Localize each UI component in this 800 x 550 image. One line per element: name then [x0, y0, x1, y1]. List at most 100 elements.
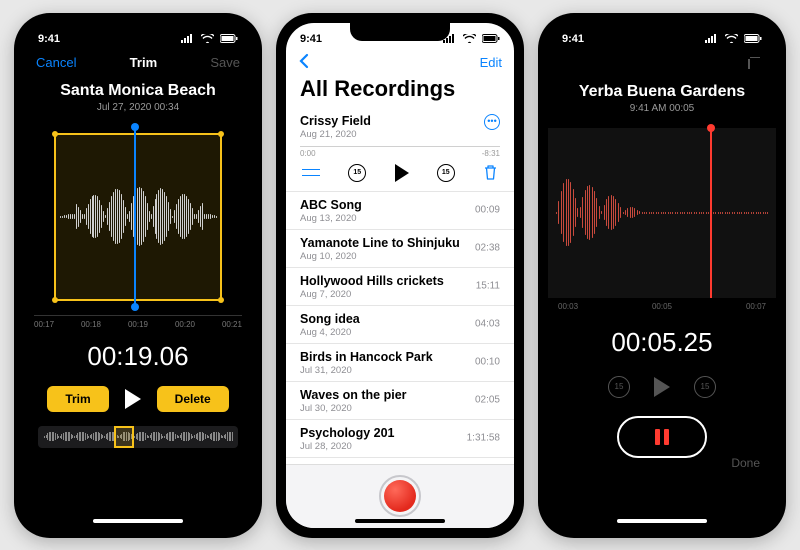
recording-name: Song idea: [300, 312, 500, 326]
trim-handle-tl[interactable]: [52, 131, 58, 137]
phone-trim-screen: 9:41 Cancel Trim Save Santa Monica Beach…: [14, 13, 262, 538]
delete-button[interactable]: Delete: [157, 386, 229, 412]
done-button[interactable]: Done: [731, 456, 760, 470]
scrub-remaining: -8:31: [482, 149, 500, 158]
timecode: 00:19.06: [24, 341, 252, 372]
recording-title: Santa Monica Beach: [24, 82, 252, 100]
record-head: [710, 128, 712, 298]
status-time: 9:41: [562, 33, 584, 45]
recording-date: Aug 21, 2020: [300, 129, 500, 140]
recording-name: Yamanote Line to Shinjuku: [300, 236, 500, 250]
phone-list-screen: 9:41 Edit All Recordings Crissy Field Au…: [276, 13, 524, 538]
back-button[interactable]: [298, 53, 310, 72]
play-button[interactable]: [395, 164, 409, 182]
recording-item[interactable]: Psychology 201Jul 28, 20201:31:58: [286, 420, 514, 458]
tick-label: 00:05: [652, 302, 672, 311]
recording-name: ABC Song: [300, 198, 500, 212]
recording-date: Jul 30, 2020: [300, 403, 500, 414]
live-waveform: [548, 128, 776, 298]
recording-name: Hollywood Hills crickets: [300, 274, 500, 288]
home-indicator[interactable]: [355, 519, 445, 523]
recording-name: Crissy Field: [300, 114, 500, 128]
tick-label: 00:20: [175, 320, 195, 329]
trash-icon: [483, 164, 498, 181]
overview-waveform: [44, 429, 232, 445]
crop-icon[interactable]: [746, 55, 762, 71]
timecode: 00:05.25: [548, 327, 776, 358]
recording-date: Aug 7, 2020: [300, 289, 500, 300]
tick-label: 00:21: [222, 320, 242, 329]
trim-handle-br[interactable]: [218, 297, 224, 303]
recording-date: Aug 4, 2020: [300, 327, 500, 338]
recording-date: Aug 10, 2020: [300, 251, 500, 262]
waveform-bars: [60, 139, 216, 295]
recording-subtitle: 9:41 AM 00:05: [548, 103, 776, 114]
trash-button[interactable]: [483, 164, 498, 181]
status-time: 9:41: [300, 33, 322, 45]
pause-bar-icon: [664, 429, 669, 445]
recording-item[interactable]: Waves on the pierJul 30, 202002:05: [286, 382, 514, 420]
play-button[interactable]: [654, 377, 670, 397]
save-button[interactable]: Save: [210, 55, 240, 70]
skip-forward-button[interactable]: 15: [437, 164, 455, 182]
more-options-button[interactable]: •••: [484, 114, 500, 130]
recording-date: Aug 13, 2020: [300, 213, 500, 224]
recording-item[interactable]: Birds in Hancock ParkJul 31, 202000:10: [286, 344, 514, 382]
recording-duration: 00:09: [475, 205, 500, 216]
recording-item[interactable]: ABC SongAug 13, 202000:09: [286, 192, 514, 230]
notch: [612, 23, 712, 41]
status-icons: [702, 33, 762, 45]
timeline-ticks: 00:1700:1800:1900:2000:21: [34, 315, 242, 329]
recording-header: Santa Monica Beach Jul 27, 2020 00:34: [24, 82, 252, 113]
page-title: All Recordings: [286, 74, 514, 108]
trim-button[interactable]: Trim: [47, 386, 108, 412]
play-button[interactable]: [125, 389, 141, 409]
recording-header: Yerba Buena Gardens 9:41 AM 00:05: [548, 83, 776, 114]
recording-item-expanded[interactable]: Crissy Field Aug 21, 2020 ••• 0:00 -8:31…: [286, 108, 514, 192]
tick-label: 00:17: [34, 320, 54, 329]
skip-back-button[interactable]: 15: [608, 376, 630, 398]
recording-duration: 00:10: [475, 357, 500, 368]
recording-date: Jul 31, 2020: [300, 365, 500, 376]
overview-selection[interactable]: [114, 426, 134, 448]
record-button[interactable]: [379, 475, 421, 517]
recording-name: Birds in Hancock Park: [300, 350, 500, 364]
pause-button[interactable]: [617, 416, 707, 458]
skip-forward-button[interactable]: 15: [694, 376, 716, 398]
nav-title: Trim: [130, 55, 157, 70]
waveform-editor[interactable]: [34, 127, 242, 307]
home-indicator[interactable]: [93, 519, 183, 523]
scrub-elapsed: 0:00: [300, 149, 316, 158]
edit-button[interactable]: Edit: [480, 55, 502, 70]
status-icons: [440, 33, 500, 45]
tick-label: 00:07: [746, 302, 766, 311]
status-icons: [178, 33, 238, 45]
recording-duration: 04:03: [475, 319, 500, 330]
recording-item[interactable]: Hollywood Hills cricketsAug 7, 202015:11: [286, 268, 514, 306]
recording-duration: 1:31:58: [467, 433, 500, 444]
home-indicator[interactable]: [617, 519, 707, 523]
battery-icon: [482, 34, 500, 43]
battery-icon: [744, 34, 762, 43]
trim-handle-bl[interactable]: [52, 297, 58, 303]
overview-track[interactable]: [38, 426, 238, 448]
recording-name: Waves on the pier: [300, 388, 500, 402]
wifi-icon: [725, 34, 738, 43]
trim-navbar: Cancel Trim Save: [24, 51, 252, 74]
playhead[interactable]: [134, 127, 136, 307]
scrubber[interactable]: [300, 146, 500, 147]
recording-item[interactable]: Yamanote Line to ShinjukuAug 10, 202002:…: [286, 230, 514, 268]
skip-back-button[interactable]: 15: [348, 164, 366, 182]
trim-handle-tr[interactable]: [218, 131, 224, 137]
wifi-icon: [463, 34, 476, 43]
record-dot-icon: [384, 480, 416, 512]
options-icon[interactable]: [302, 166, 320, 180]
cancel-button[interactable]: Cancel: [36, 55, 76, 70]
timeline-ticks: 00:0300:0500:07: [548, 298, 776, 315]
recording-item[interactable]: Song ideaAug 4, 202004:03: [286, 306, 514, 344]
status-time: 9:41: [38, 33, 60, 45]
phone-recording-screen: 9:41 Yerba Buena Gardens 9:41 AM 00:05 0…: [538, 13, 786, 538]
battery-icon: [220, 34, 238, 43]
recording-duration: 15:11: [476, 281, 500, 292]
notch: [350, 23, 450, 41]
